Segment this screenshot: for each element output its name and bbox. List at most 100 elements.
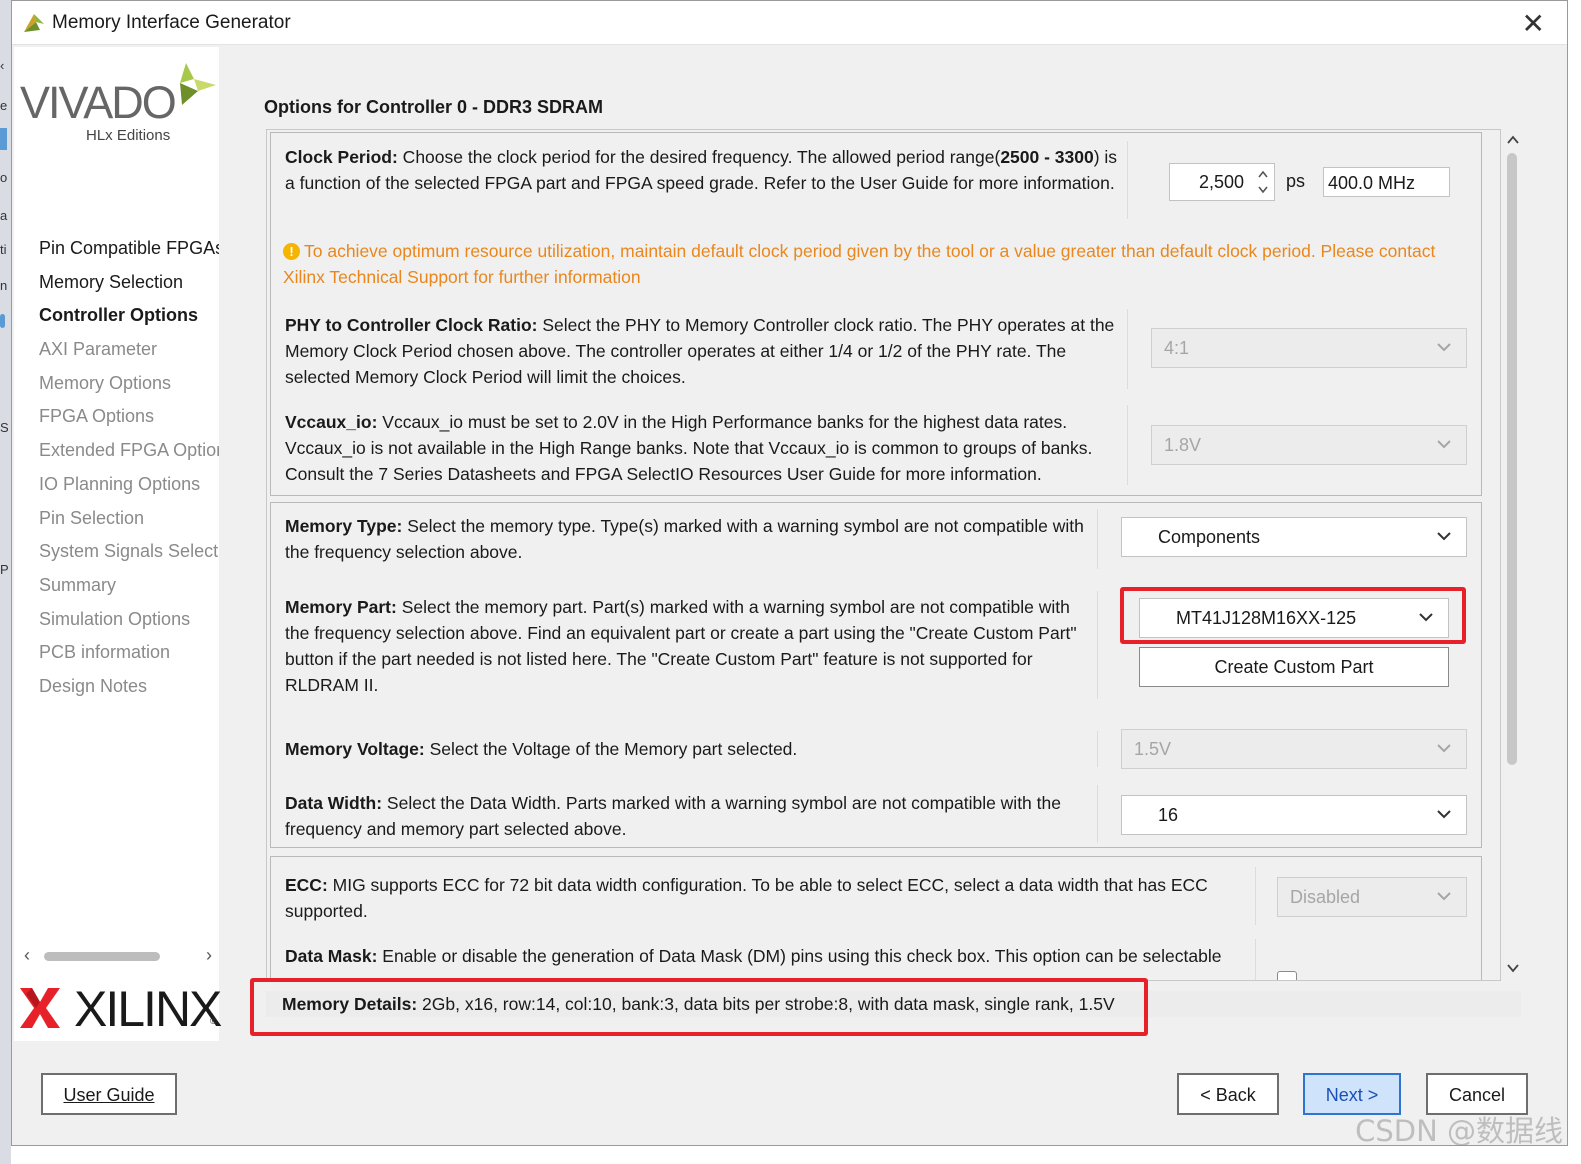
chevron-down-icon <box>1437 532 1451 541</box>
clock-period-input[interactable] <box>1174 171 1246 194</box>
scroll-thumb[interactable] <box>44 952 160 961</box>
vivado-leaf-icon <box>180 63 216 105</box>
sidebar-hscrollbar[interactable]: ‹ › <box>22 945 218 967</box>
sidebar-item-io-planning-options[interactable]: IO Planning Options <box>39 471 219 505</box>
memory-options-group: Memory Type: Select the memory type. Typ… <box>270 502 1482 848</box>
wizard-sidebar: VIVADO HLx Editions Pin Compatible FPGAs… <box>14 47 222 1041</box>
separator <box>1127 309 1128 389</box>
scroll-down-icon[interactable] <box>1506 961 1520 975</box>
page-title: Options for Controller 0 - DDR3 SDRAM <box>264 97 604 117</box>
cancel-button[interactable]: Cancel <box>1426 1073 1528 1115</box>
options-scroll-area: Clock Period: Choose the clock period fo… <box>266 129 1501 981</box>
scroll-left-icon[interactable]: ‹ <box>24 945 30 966</box>
data-mask-description: Data Mask: Enable or disable the generat… <box>285 943 1255 969</box>
sidebar-item-pin-selection[interactable]: Pin Selection <box>39 505 219 539</box>
sidebar-item-controller-options[interactable]: Controller Options <box>39 302 219 336</box>
user-guide-label: User Guide <box>63 1085 155 1105</box>
sidebar-item-axi-parameter[interactable]: AXI Parameter <box>39 336 219 370</box>
memory-details-bar: Memory Details: 2Gb, x16, row:14, col:10… <box>266 991 1521 1017</box>
separator <box>1255 939 1256 980</box>
data-width-text: Select the Data Width. Parts marked with… <box>285 793 1061 839</box>
data-mask-label: Data Mask: <box>285 946 378 966</box>
back-button[interactable]: < Back <box>1177 1073 1279 1115</box>
warning-text: To achieve optimum resource utilization,… <box>283 241 1436 287</box>
chevron-down-icon <box>1437 440 1451 449</box>
bg-mark: S <box>0 420 9 435</box>
title-bar: Memory Interface Generator ✕ <box>12 1 1567 45</box>
background-window-edge: ‹ e o a ti n S P <box>0 0 11 1164</box>
clock-period-spinner[interactable] <box>1169 163 1275 201</box>
spinner-arrows-icon[interactable] <box>1256 167 1270 197</box>
sidebar-item-fpga-options[interactable]: FPGA Options <box>39 403 219 437</box>
separator <box>1097 785 1098 843</box>
separator <box>1127 405 1128 485</box>
registered-mark: ® <box>210 1016 217 1026</box>
scroll-thumb[interactable] <box>1507 153 1517 765</box>
sidebar-item-pin-compatible-fpgas[interactable]: Pin Compatible FPGAs <box>39 235 219 269</box>
separator <box>1097 591 1098 699</box>
memory-type-label: Memory Type: <box>285 516 403 536</box>
memory-part-description: Memory Part: Select the memory part. Par… <box>285 594 1095 698</box>
data-mask-checkbox[interactable] <box>1277 971 1297 980</box>
data-width-select[interactable]: 16 <box>1121 795 1467 835</box>
memory-details-label: Memory Details: <box>282 994 418 1014</box>
options-vscrollbar[interactable] <box>1504 129 1522 981</box>
vccaux-select: 1.8V <box>1151 425 1467 465</box>
memory-part-label: Memory Part: <box>285 597 397 617</box>
chevron-down-icon <box>1437 810 1451 819</box>
chevron-down-icon <box>1437 744 1451 753</box>
memory-type-select[interactable]: Components <box>1121 517 1467 557</box>
vccaux-description: Vccaux_io: Vccaux_io must be set to 2.0V… <box>285 409 1125 487</box>
controller-options-page: Options for Controller 0 - DDR3 SDRAM Cl… <box>234 47 1561 1041</box>
logo-subtext: HLx Editions <box>86 127 171 144</box>
create-custom-part-button[interactable]: Create Custom Part <box>1139 647 1449 687</box>
clock-period-text-a: Choose the clock period for the desired … <box>397 147 1001 167</box>
window-title: Memory Interface Generator <box>52 12 291 33</box>
bg-highlight <box>0 128 7 150</box>
clock-period-label: Clock Period: <box>285 147 398 167</box>
memory-voltage-select: 1.5V <box>1121 729 1467 769</box>
vivado-logo: VIVADO HLx Editions <box>20 55 220 145</box>
next-label: Next > <box>1325 1085 1379 1105</box>
memory-type-text: Select the memory type. Type(s) marked w… <box>285 516 1084 562</box>
clock-period-range: 2500 - 3300 <box>1000 147 1094 167</box>
sidebar-item-memory-options[interactable]: Memory Options <box>39 370 219 404</box>
vivado-app-icon <box>24 14 44 32</box>
sidebar-item-pcb-information[interactable]: PCB information <box>39 639 219 673</box>
next-button[interactable]: Next > <box>1303 1073 1401 1115</box>
mig-dialog: Memory Interface Generator ✕ VIVADO HLx … <box>11 0 1568 1146</box>
bg-mark: n <box>0 278 8 293</box>
xilinx-logo: XILINX ® <box>18 981 222 1037</box>
frequency-field <box>1323 167 1450 197</box>
memory-part-value: MT41J128M16XX-125 <box>1176 608 1357 628</box>
scroll-up-icon[interactable] <box>1506 133 1520 147</box>
sidebar-item-extended-fpga-options[interactable]: Extended FPGA Options <box>39 437 219 471</box>
scroll-right-icon[interactable]: › <box>206 945 212 966</box>
phy-ratio-value: 4:1 <box>1164 338 1190 358</box>
bg-mark: a <box>0 208 8 223</box>
sidebar-item-simulation-options[interactable]: Simulation Options <box>39 606 219 640</box>
clock-warning: ! To achieve optimum resource utilization… <box>283 238 1473 290</box>
sidebar-item-memory-selection[interactable]: Memory Selection <box>39 269 219 303</box>
memory-voltage-description: Memory Voltage: Select the Voltage of th… <box>285 736 1095 762</box>
advanced-options-group: ECC: MIG supports ECC for 72 bit data wi… <box>270 856 1482 980</box>
memory-voltage-text: Select the Voltage of the Memory part se… <box>424 739 798 759</box>
bg-mark: P <box>0 562 9 577</box>
phy-ratio-label: PHY to Controller Clock Ratio: <box>285 315 538 335</box>
memory-voltage-label: Memory Voltage: <box>285 739 425 759</box>
user-guide-button[interactable]: User Guide <box>41 1073 177 1115</box>
sidebar-item-design-notes[interactable]: Design Notes <box>39 673 219 707</box>
ecc-select: Disabled <box>1277 877 1467 917</box>
data-mask-text: Enable or disable the generation of Data… <box>377 946 1222 966</box>
bg-mark: e <box>0 98 8 113</box>
separator <box>1255 867 1256 925</box>
memory-part-select[interactable]: MT41J128M16XX-125 <box>1139 598 1449 638</box>
bg-mark: ‹ <box>0 58 5 73</box>
bg-mark: o <box>0 170 8 185</box>
close-icon[interactable]: ✕ <box>1522 7 1545 40</box>
sidebar-item-summary[interactable]: Summary <box>39 572 219 606</box>
back-label: < Back <box>1200 1085 1256 1105</box>
chevron-down-icon <box>1437 343 1451 352</box>
memory-details: Memory Details: 2Gb, x16, row:14, col:10… <box>282 991 1115 1017</box>
sidebar-item-system-signals-selection[interactable]: System Signals Selection <box>39 538 219 572</box>
